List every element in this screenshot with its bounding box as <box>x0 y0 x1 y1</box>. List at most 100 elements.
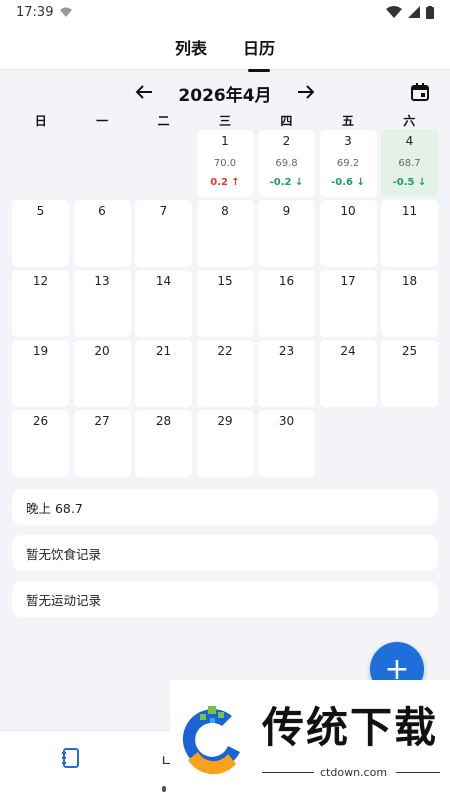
day-number: 1 <box>221 134 229 148</box>
calendar-day-today[interactable]: 4 68.7 -0.5 ↓ <box>381 130 438 197</box>
calendar-day[interactable]: 2 69.8 -0.2 ↓ <box>258 130 315 197</box>
day-number: 7 <box>159 204 168 218</box>
day-number: 21 <box>155 344 172 358</box>
arrow-right-icon <box>297 85 314 99</box>
arrow-left-icon <box>136 85 153 99</box>
exercise-record-card[interactable]: 暂无运动记录 <box>12 581 438 617</box>
calendar-day[interactable]: 5 <box>12 200 69 267</box>
weekday-label: 六 <box>403 114 416 128</box>
day-number: 25 <box>401 344 418 358</box>
day-weight-change: -0.2 ↓ <box>269 177 304 188</box>
weekday-label: 四 <box>280 114 293 128</box>
calendar-day[interactable]: 28 <box>135 410 192 477</box>
today-button[interactable] <box>410 82 430 102</box>
calendar-day[interactable]: 11 <box>381 200 438 267</box>
view-tabs: 列表 日历 <box>0 24 450 70</box>
day-number: 5 <box>36 204 45 218</box>
calendar-day[interactable]: 1 70.0 0.2 ↑ <box>196 130 254 197</box>
day-weight-change: 0.2 ↑ <box>210 177 240 188</box>
battery-icon <box>426 5 434 19</box>
status-bar: 17:39 <box>0 0 450 24</box>
calendar-day[interactable]: 13 <box>73 270 131 337</box>
weekday-label: 二 <box>157 114 170 128</box>
calendar-day[interactable]: 10 <box>319 200 377 267</box>
calendar-day[interactable]: 12 <box>12 270 69 337</box>
wifi-icon <box>60 7 73 17</box>
diet-record-card[interactable]: 暂无饮食记录 <box>12 535 438 571</box>
day-number: 20 <box>94 344 110 358</box>
calendar-day[interactable]: 19 <box>12 340 69 407</box>
calendar-day[interactable]: 22 <box>196 340 254 407</box>
month-title: 2026年4月 <box>178 85 272 106</box>
day-number: 12 <box>32 274 49 288</box>
calendar-day[interactable]: 15 <box>196 270 254 337</box>
calendar-day[interactable]: 3 69.2 -0.6 ↓ <box>319 130 377 197</box>
day-weight-change: -0.6 ↓ <box>331 177 365 188</box>
calendar-day[interactable]: 20 <box>73 340 131 407</box>
watermark-url: ctdown.com <box>320 766 388 779</box>
calendar-empty-cell <box>74 130 131 197</box>
day-number: 9 <box>282 204 291 218</box>
calendar-day[interactable]: 14 <box>135 270 192 337</box>
cell-signal-icon <box>408 6 420 18</box>
day-number: 19 <box>32 344 49 358</box>
day-weight-change: -0.5 ↓ <box>392 177 427 188</box>
calendar-day[interactable]: 30 <box>258 410 315 477</box>
weekday-header: 日一二三四五六 <box>10 112 440 129</box>
status-time: 17:39 <box>16 4 54 20</box>
watermark-logo-icon <box>182 706 240 775</box>
tab-list[interactable]: 列表 <box>173 31 209 63</box>
day-number: 22 <box>217 344 233 358</box>
day-number: 15 <box>217 274 233 288</box>
day-number: 28 <box>155 414 172 428</box>
calendar-empty-cell <box>12 130 69 197</box>
calendar-day[interactable]: 26 <box>12 410 69 477</box>
day-weight: 68.7 <box>398 158 421 169</box>
calendar-day[interactable]: 23 <box>258 340 315 407</box>
watermark-divider-left <box>262 772 314 773</box>
wifi-signal-icon <box>386 6 402 18</box>
watermark-overlay: 传统下载 ctdown.com <box>170 680 450 790</box>
day-number: 3 <box>344 134 352 148</box>
calendar-day[interactable]: 25 <box>381 340 438 407</box>
home-indicator <box>162 786 166 792</box>
calendar-day[interactable]: 29 <box>196 410 254 477</box>
day-number: 14 <box>155 274 172 288</box>
watermark-title: 传统下载 <box>262 703 439 752</box>
day-number: 27 <box>94 414 110 428</box>
calendar-icon <box>411 83 429 101</box>
weekday-label: 三 <box>218 114 231 128</box>
day-number: 24 <box>340 344 356 358</box>
day-number: 4 <box>405 134 414 148</box>
day-weight: 70.0 <box>213 158 237 169</box>
evening-weight-card[interactable]: 晚上 68.7 <box>12 489 438 525</box>
calendar-day[interactable]: 18 <box>381 270 438 337</box>
calendar-day[interactable]: 17 <box>319 270 377 337</box>
calendar-day[interactable]: 9 <box>258 200 315 267</box>
day-number: 11 <box>401 204 418 218</box>
calendar-day[interactable]: 7 <box>135 200 192 267</box>
tab-calendar[interactable]: 日历 <box>241 31 277 63</box>
weekday-label: 一 <box>96 114 109 128</box>
watermark-divider-right <box>396 772 440 773</box>
nav-journal[interactable] <box>60 747 84 771</box>
day-number: 17 <box>340 274 356 288</box>
month-navigation: 2026年4月 <box>0 78 450 108</box>
day-number: 18 <box>401 274 418 288</box>
day-number: 10 <box>340 204 356 218</box>
next-month-button[interactable] <box>294 81 318 105</box>
day-number: 26 <box>32 414 49 428</box>
calendar-day[interactable]: 8 <box>196 200 254 267</box>
weekday-label: 日 <box>34 114 47 128</box>
day-number: 8 <box>221 204 229 218</box>
calendar-empty-cell <box>135 130 192 197</box>
day-number: 23 <box>278 344 295 358</box>
prev-month-button[interactable] <box>132 81 156 105</box>
day-weight: 69.8 <box>275 158 298 169</box>
calendar-day[interactable]: 16 <box>258 270 315 337</box>
calendar-day[interactable]: 27 <box>73 410 131 477</box>
calendar-day[interactable]: 21 <box>135 340 192 407</box>
calendar-day[interactable]: 6 <box>73 200 131 267</box>
day-number: 6 <box>98 204 106 218</box>
calendar-day[interactable]: 24 <box>319 340 377 407</box>
